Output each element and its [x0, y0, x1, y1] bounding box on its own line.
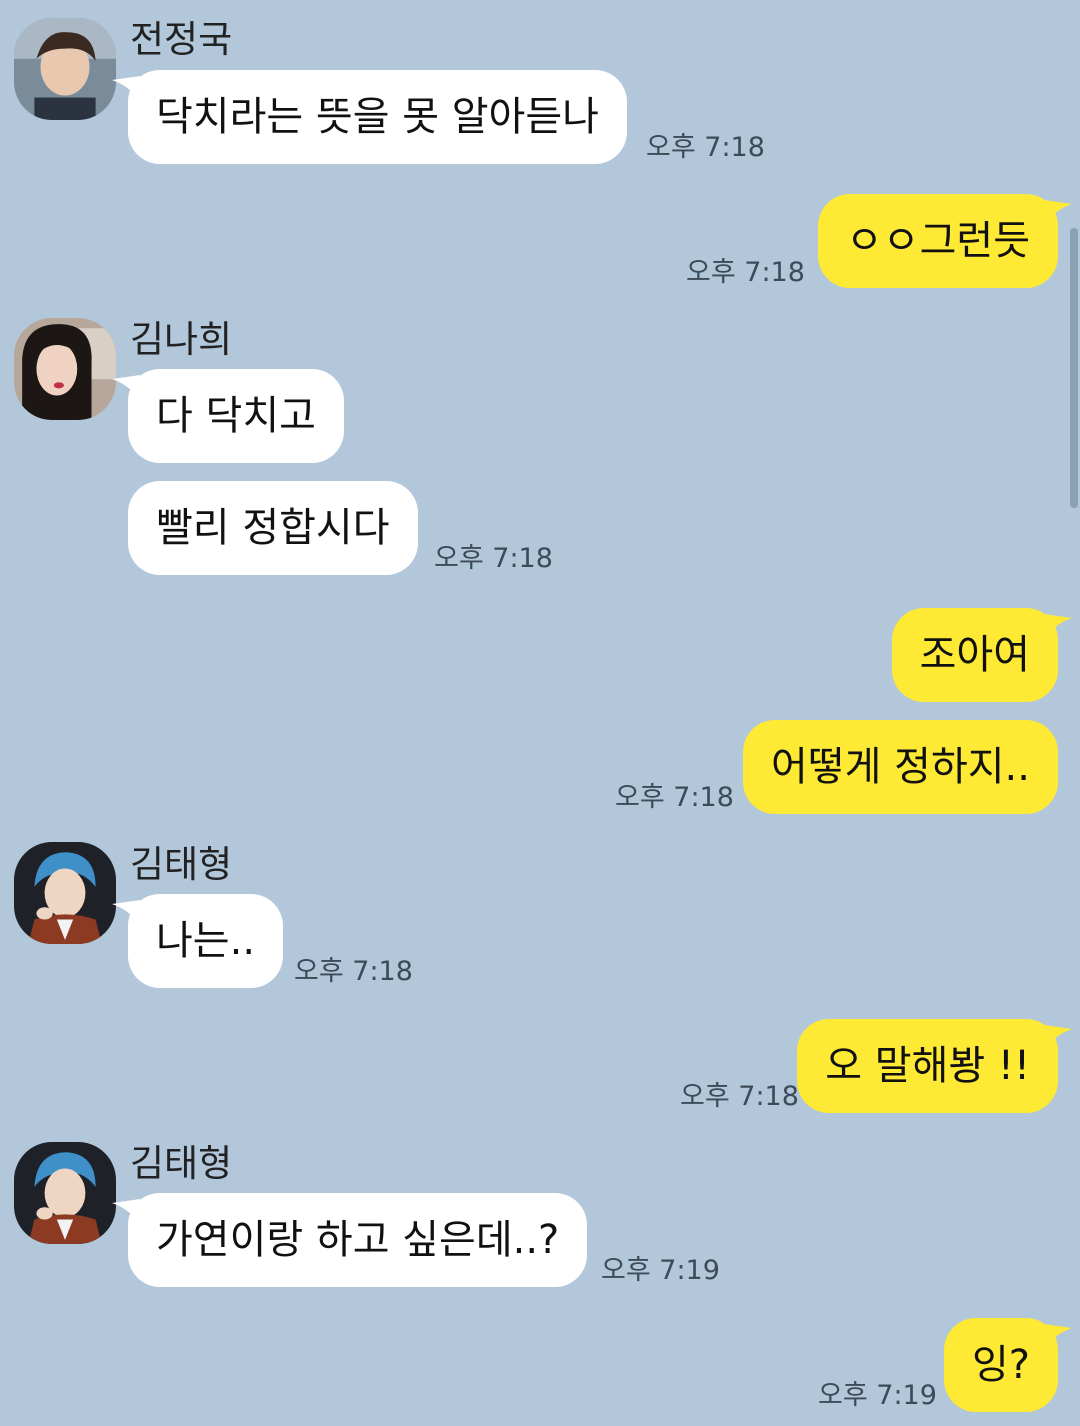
scrollbar-thumb[interactable]	[1070, 228, 1078, 508]
profile-photo-icon	[14, 1142, 116, 1244]
message-time: 오후 7:18	[615, 782, 734, 813]
outgoing-message-bubble[interactable]: 잉?	[943, 1318, 1058, 1412]
message-time: 오후 7:18	[686, 257, 805, 288]
profile-photo-icon	[14, 842, 116, 944]
message-time: 오후 7:19	[818, 1380, 937, 1411]
bubble-tail	[112, 375, 140, 401]
message-time: 오후 7:18	[680, 1081, 799, 1112]
message-time: 오후 7:19	[601, 1255, 720, 1286]
bubble-tail	[112, 76, 140, 102]
sender-name: 김태형	[130, 843, 233, 886]
bubble-tail	[1044, 1324, 1072, 1350]
message-time: 오후 7:18	[434, 543, 553, 574]
outgoing-message-bubble[interactable]: ㅇㅇ그런듯	[818, 194, 1058, 288]
outgoing-message-bubble[interactable]: 오 말해봥 !!	[797, 1019, 1058, 1113]
bubble-tail	[112, 1199, 140, 1225]
profile-photo-icon	[14, 318, 116, 420]
bubble-tail	[1044, 614, 1072, 640]
avatar-kim-nahee[interactable]	[14, 318, 116, 420]
sender-name: 김나희	[130, 318, 233, 361]
sender-name: 김태형	[130, 1142, 233, 1185]
sender-name: 전정국	[130, 18, 233, 61]
message-time: 오후 7:18	[646, 132, 765, 163]
incoming-message-bubble[interactable]: 다 닥치고	[128, 369, 344, 463]
avatar-kim-taehyung[interactable]	[14, 842, 116, 944]
bubble-tail	[1044, 1025, 1072, 1051]
avatar-kim-taehyung[interactable]	[14, 1142, 116, 1244]
outgoing-message-bubble[interactable]: 어떻게 정하지..	[743, 720, 1058, 814]
chat-area[interactable]: 전정국 닥치라는 뜻을 못 알아듣나 오후 7:18 ㅇㅇ그런듯 오후 7:18…	[0, 0, 1080, 1426]
incoming-message-bubble[interactable]: 빨리 정합시다	[128, 481, 418, 575]
bubble-tail	[1044, 200, 1072, 226]
incoming-message-bubble[interactable]: 가연이랑 하고 싶은데..?	[128, 1193, 588, 1287]
incoming-message-bubble[interactable]: 나는..	[128, 894, 284, 988]
avatar-jeon-jeongguk[interactable]	[14, 18, 116, 120]
profile-photo-icon	[14, 18, 116, 120]
incoming-message-bubble[interactable]: 닥치라는 뜻을 못 알아듣나	[128, 70, 627, 164]
bubble-tail	[112, 900, 140, 926]
message-time: 오후 7:18	[294, 956, 413, 987]
outgoing-message-bubble[interactable]: 조아여	[891, 608, 1058, 702]
